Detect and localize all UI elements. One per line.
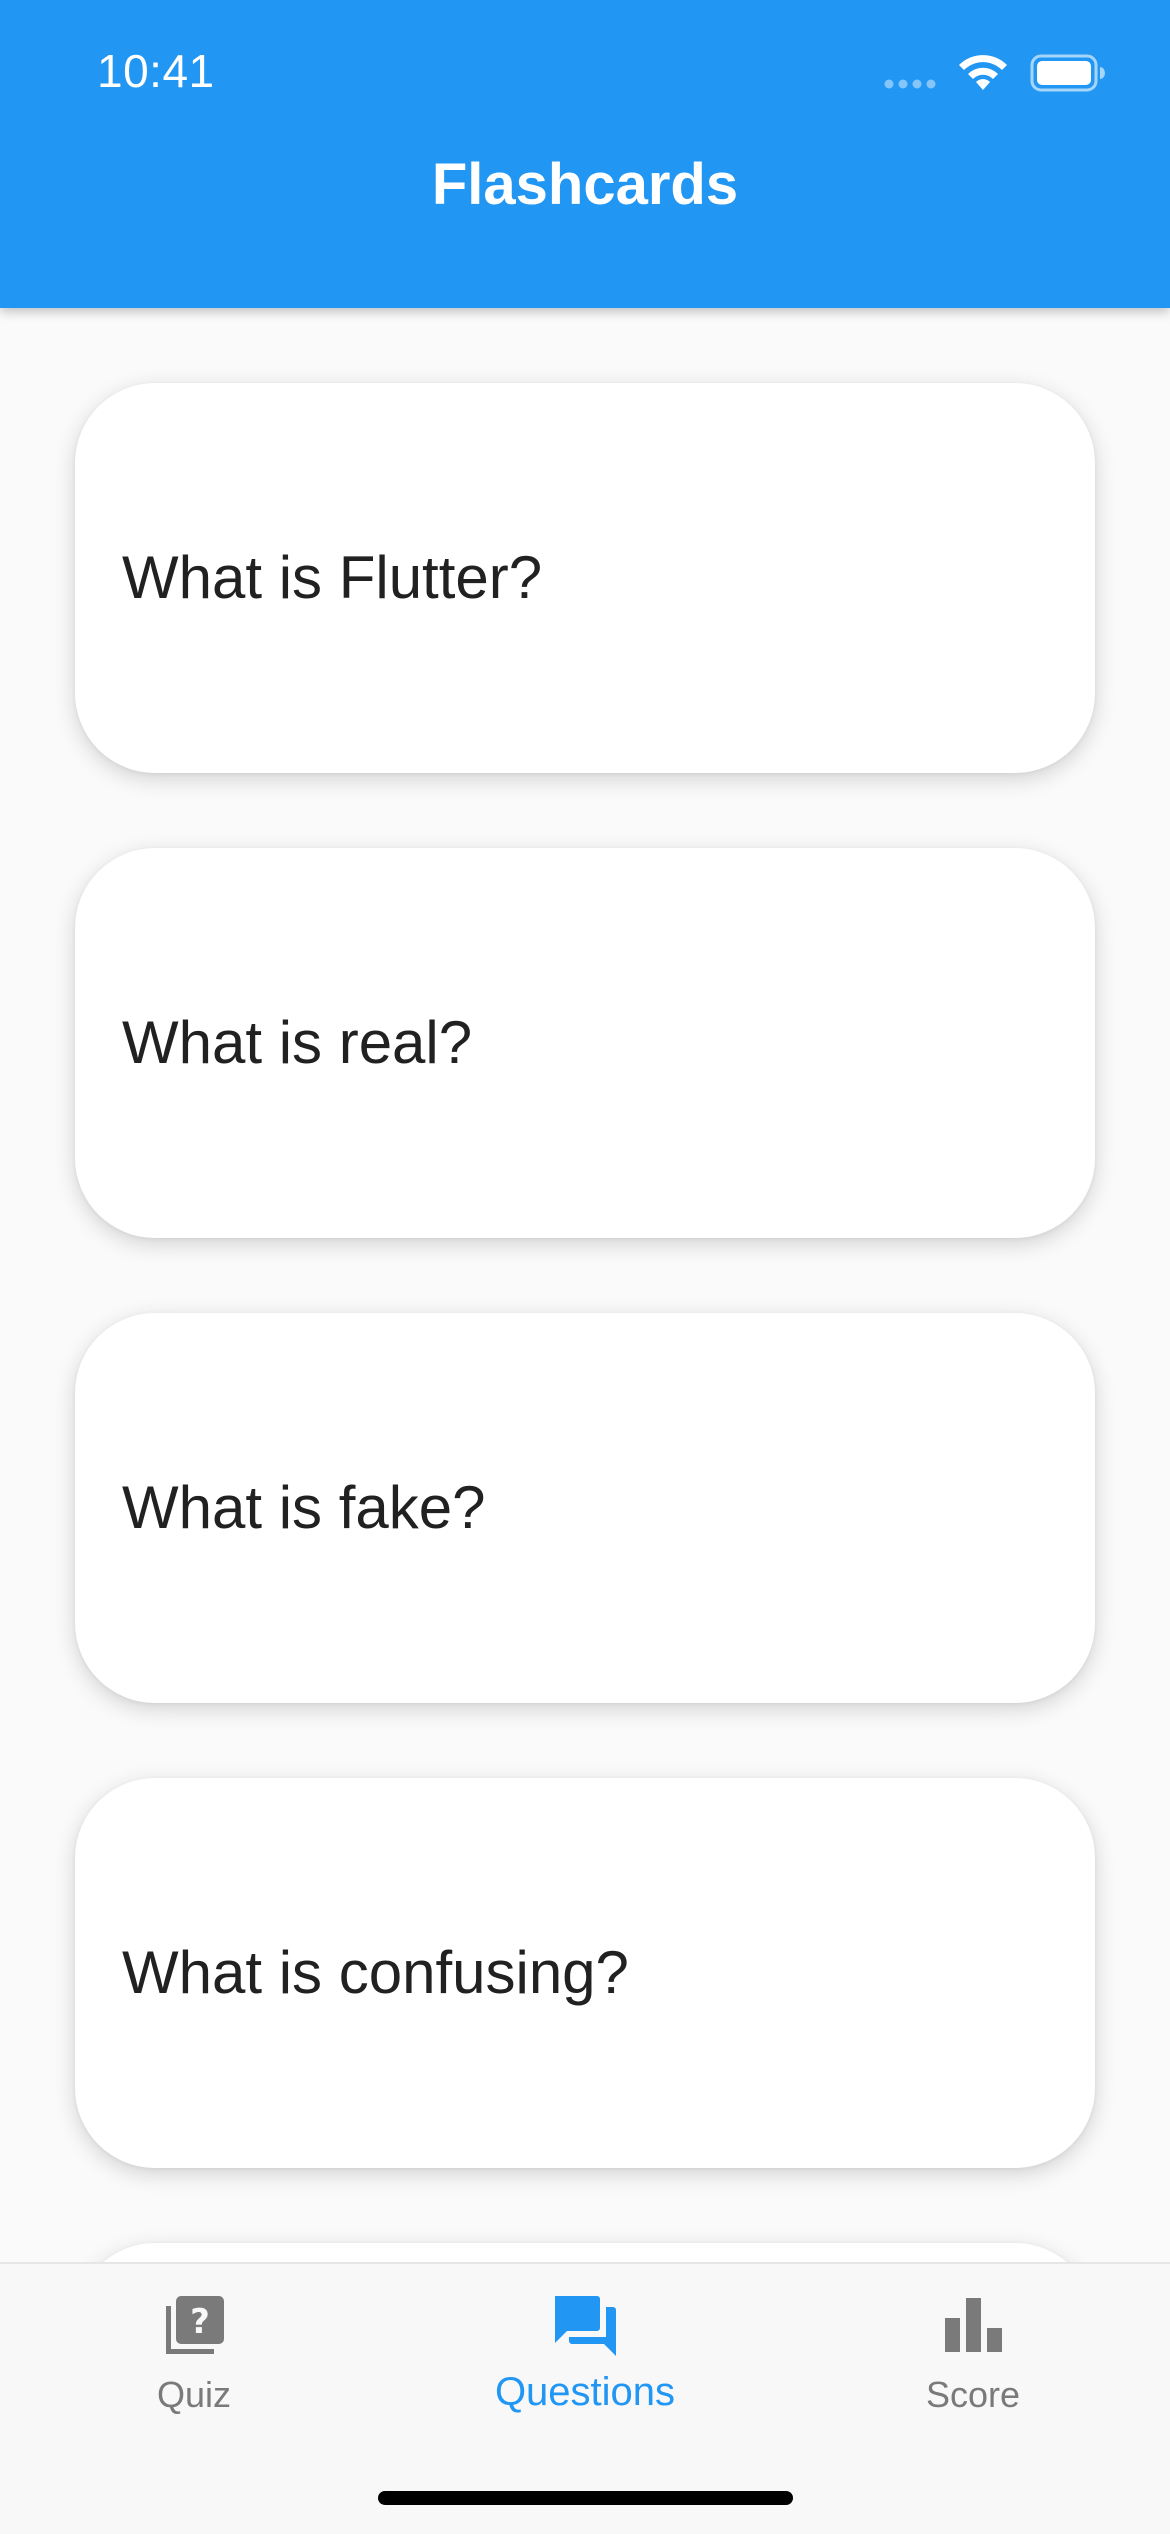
flashcard-question: What is Flutter? [122,544,543,611]
wifi-icon [959,55,1007,90]
flashcard-question: What is fake? [122,1474,486,1541]
app-bar: 10:41 Flashcards [0,0,1170,308]
status-icons [884,52,1114,98]
nav-label-questions: Questions [494,2370,676,2414]
flashcard-question: What is real? [122,1009,473,1076]
flashcard-question: What is confusing? [122,1939,629,2006]
bar-chart-icon [945,2298,1002,2352]
quiz-icon: ? [166,2296,224,2354]
flashcard[interactable]: What is real? [75,848,1095,1238]
flashcard[interactable]: What is Flutter? [75,383,1095,773]
battery-icon [1030,54,1105,92]
signal-dots-icon [884,79,936,89]
status-time: 10:41 [97,45,215,97]
app-title: Flashcards [431,152,739,217]
flashcard[interactable] [75,2243,1095,2262]
flashcard-list[interactable]: What is Flutter? What is real? What is f… [0,308,1170,2262]
svg-text:?: ? [190,2302,210,2342]
flashcard[interactable]: What is fake? [75,1313,1095,1703]
nav-label-quiz: Quiz [156,2374,232,2415]
nav-label-score: Score [925,2374,1021,2415]
home-indicator [378,2491,793,2505]
nav-item-score[interactable]: Score [843,2292,1103,2442]
flashcard[interactable]: What is confusing? [75,1778,1095,2168]
forum-icon [555,2296,616,2356]
nav-item-quiz[interactable]: ? Quiz [64,2292,324,2442]
nav-item-questions[interactable]: Questions [455,2292,715,2442]
